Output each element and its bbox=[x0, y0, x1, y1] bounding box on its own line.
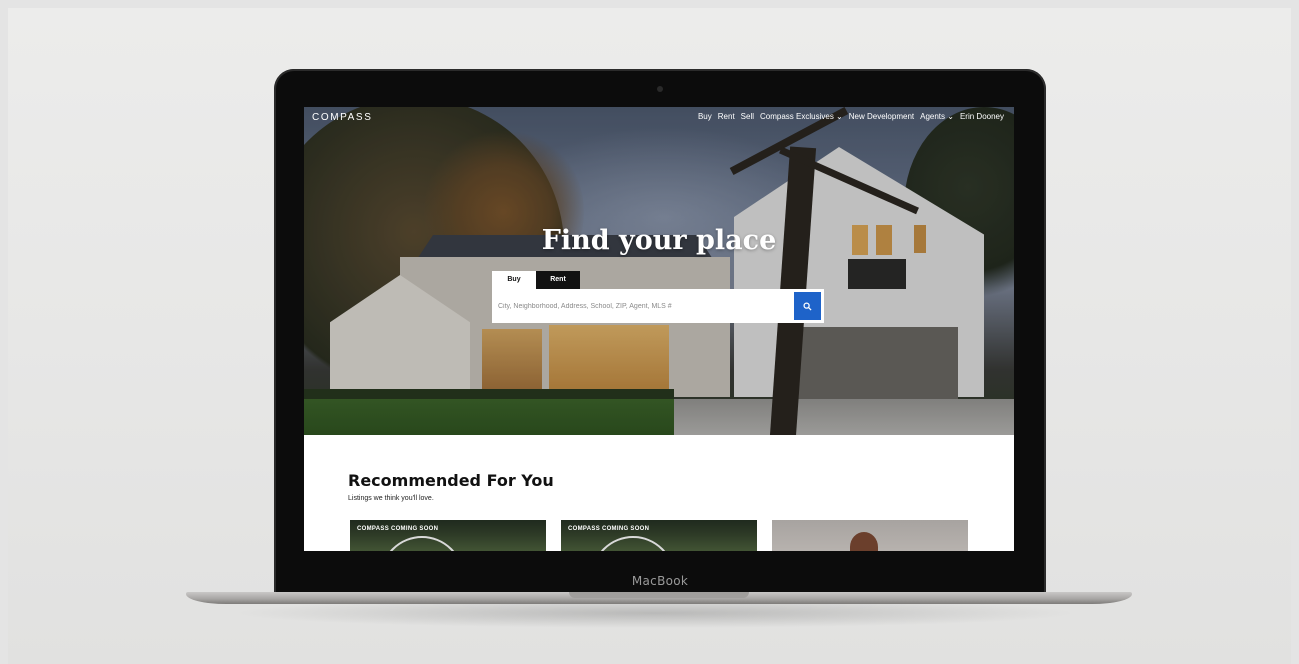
listing-card[interactable]: COMPASS COMING SOON bbox=[350, 520, 546, 551]
nav-links: Buy Rent Sell Compass Exclusives ⌄ New D… bbox=[698, 112, 1004, 121]
laptop-notch bbox=[569, 592, 749, 598]
camera-icon bbox=[657, 86, 663, 92]
search-icon bbox=[803, 301, 812, 311]
search-button[interactable] bbox=[794, 292, 821, 320]
tab-rent[interactable]: Rent bbox=[536, 271, 580, 289]
search-tabs: Buy Rent bbox=[492, 271, 580, 289]
search-input[interactable] bbox=[498, 298, 784, 314]
nav-link-user-account[interactable]: Erin Dooney bbox=[960, 112, 1004, 121]
section-subtitle: Listings we think you'll love. bbox=[348, 495, 434, 502]
search-box bbox=[492, 289, 824, 323]
listing-tag: COMPASS COMING SOON bbox=[357, 526, 439, 532]
nav-link-buy[interactable]: Buy bbox=[698, 112, 712, 121]
nav-link-new-development[interactable]: New Development bbox=[849, 112, 914, 121]
listing-cards: COMPASS COMING SOON COMPASS COMING SOON bbox=[350, 520, 968, 551]
recommended-section: Recommended For You Listings we think yo… bbox=[304, 435, 1014, 551]
nav-link-rent[interactable]: Rent bbox=[718, 112, 735, 121]
nav-link-compass-exclusives[interactable]: Compass Exclusives ⌄ bbox=[760, 112, 843, 121]
section-title: Recommended For You bbox=[348, 471, 554, 490]
top-nav: COMPASS Buy Rent Sell Compass Exclusives… bbox=[304, 107, 1014, 129]
browser-screen: COMPASS Buy Rent Sell Compass Exclusives… bbox=[304, 107, 1014, 551]
tab-buy[interactable]: Buy bbox=[492, 271, 536, 289]
listing-card[interactable]: COMPASS COMING SOON bbox=[561, 520, 757, 551]
hero-section: COMPASS Buy Rent Sell Compass Exclusives… bbox=[304, 107, 1014, 435]
nav-link-agents[interactable]: Agents ⌄ bbox=[920, 112, 954, 121]
nav-link-sell[interactable]: Sell bbox=[741, 112, 754, 121]
hero-headline: Find your place bbox=[541, 225, 777, 256]
compass-logo[interactable]: COMPASS bbox=[312, 112, 372, 123]
macbook-label: MacBook bbox=[631, 574, 689, 588]
listing-card[interactable] bbox=[772, 520, 968, 551]
hero-overlay bbox=[304, 107, 1014, 435]
listing-tag: COMPASS COMING SOON bbox=[568, 526, 650, 532]
